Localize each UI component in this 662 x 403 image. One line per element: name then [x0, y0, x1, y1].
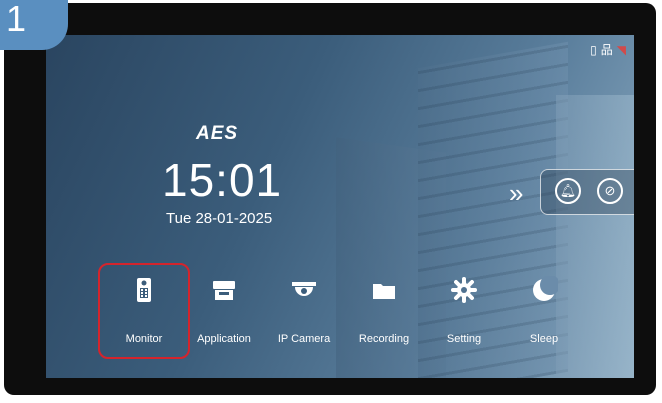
menu-label: Recording	[358, 333, 410, 345]
main-menu: Monitor Application IP Camera Recording …	[94, 260, 634, 360]
menu-label: Monitor	[125, 333, 163, 345]
step-badge: 1	[0, 0, 68, 50]
clock-time: 15:01	[162, 154, 283, 206]
menu-label: Application	[197, 333, 251, 345]
menu-item-monitor[interactable]: Monitor	[98, 260, 190, 360]
clock-date: Tue 28-01-2025	[166, 210, 273, 227]
intercom-device: ▯ 品 ◥ AES 15:01 Tue 28-01-2025 » 🔔︎ ⊘ Mo…	[4, 3, 656, 395]
quick-panel: 🔔︎ ⊘	[540, 169, 634, 215]
home-screen: ▯ 品 ◥ AES 15:01 Tue 28-01-2025 » 🔔︎ ⊘ Mo…	[46, 35, 634, 378]
menu-item-recording[interactable]: Recording	[338, 260, 430, 360]
moon-icon	[533, 276, 558, 301]
step-number: 1	[6, 0, 27, 39]
menu-label: Sleep	[529, 333, 559, 345]
store-icon	[213, 281, 235, 300]
menu-label: IP Camera	[277, 333, 331, 345]
menu-item-sleep[interactable]: Sleep	[498, 260, 590, 360]
menu-label: Setting	[446, 333, 482, 345]
menu-item-setting[interactable]: Setting	[418, 260, 510, 360]
menu-item-application[interactable]: Application	[178, 260, 270, 360]
intercom-icon	[137, 278, 151, 302]
folder-icon	[373, 284, 395, 299]
network-icon: 品	[600, 43, 613, 57]
menu-item-ip-camera[interactable]: IP Camera	[258, 260, 350, 360]
brand-logo: AES	[196, 123, 239, 144]
status-bar: ▯ 品 ◥	[590, 41, 626, 58]
do-not-disturb-icon[interactable]: ⊘	[597, 178, 623, 204]
sd-card-icon: ▯	[590, 42, 597, 57]
chevron-double-right-icon[interactable]: »	[509, 178, 523, 209]
wifi-icon: ◥	[616, 42, 626, 57]
dome-camera-icon	[292, 282, 316, 296]
gear-icon	[451, 277, 477, 303]
bell-icon[interactable]: 🔔︎	[555, 178, 581, 204]
